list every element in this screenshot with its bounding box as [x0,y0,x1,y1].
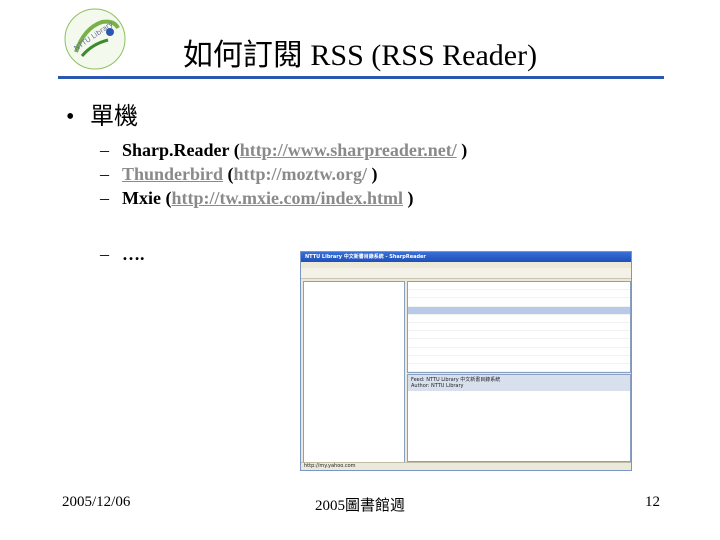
bullet-label: 單機 [90,104,138,130]
item-name: Mxie [122,188,161,208]
preview-author: Author: NTTU Library [411,383,464,389]
item-mxie: – Mxie (http://tw.mxie.com/index.html ) [100,188,414,208]
item-link[interactable]: http://www.sharpreader.net/ [240,140,457,160]
page-number: 12 [645,494,660,510]
feed-tree [303,281,405,463]
preview-pane: Feed: NTTU Library 中文新書目錄系統 Author: NTTU… [407,374,631,462]
status-bar: http://my.yahoo.com [301,462,631,470]
bullet-standalone: • 單機 [66,104,138,130]
item-link[interactable]: http://tw.mxie.com/index.html [171,188,403,208]
footer-event: 2005圖書館週 [314,498,405,514]
item-list [407,281,631,381]
preview-body [408,391,630,395]
item-name: …. [122,244,145,264]
sharpreader-screenshot: NTTU Library 中文新書目錄系統 - SharpReader Feed… [300,251,632,471]
item-name[interactable]: Thunderbird [122,164,223,184]
toolbar [301,268,631,279]
item-link[interactable]: http://moztw.org/ [234,164,367,184]
item-more: –…. [100,244,145,264]
item-thunderbird: – Thunderbird (http://moztw.org/ ) [100,164,378,184]
item-name: Sharp.Reader [122,140,230,160]
title-divider [58,76,664,79]
slide-title: 如何訂閱 RSS (RSS Reader) [182,39,538,72]
window-titlebar: NTTU Library 中文新書目錄系統 - SharpReader [301,252,631,262]
preview-feed: Feed: NTTU Library 中文新書目錄系統 [411,377,501,383]
item-sharpreader: – Sharp.Reader (http://www.sharpreader.ne… [100,140,468,160]
